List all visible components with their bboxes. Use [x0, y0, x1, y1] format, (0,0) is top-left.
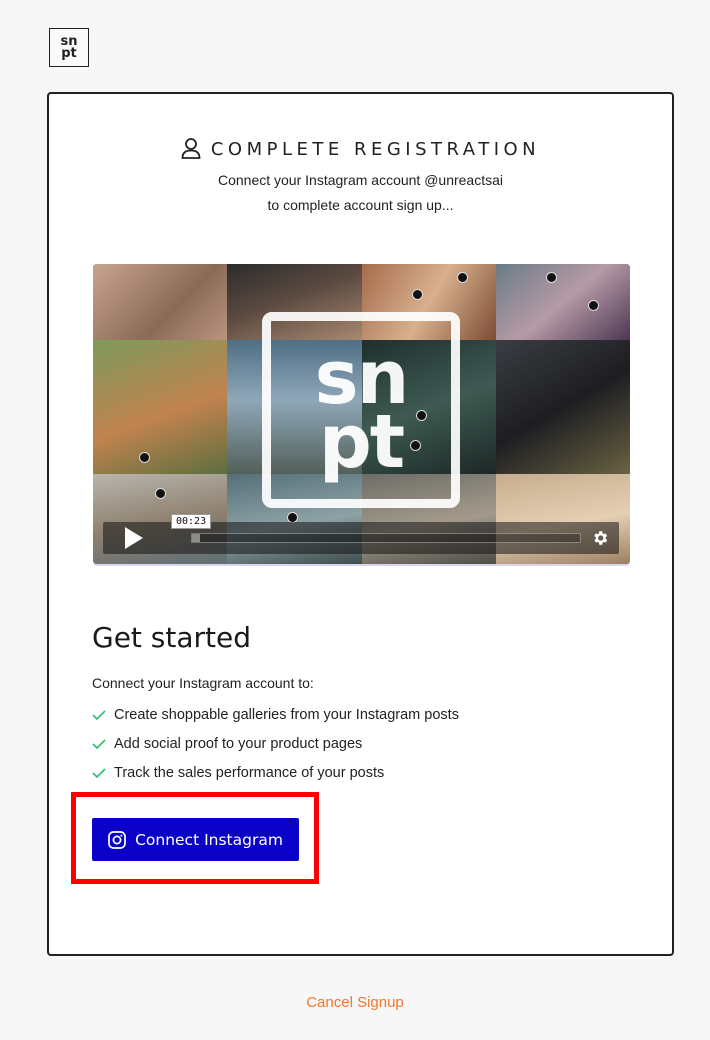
get-started-heading: Get started — [92, 621, 252, 654]
video-tile — [93, 264, 228, 340]
connect-instagram-button[interactable]: Connect Instagram — [92, 818, 299, 861]
get-started-intro: Connect your Instagram account to: — [92, 675, 314, 691]
benefit-text: Add social proof to your product pages — [114, 735, 363, 752]
video-tile — [495, 340, 630, 474]
benefit-text: Track the sales performance of your post… — [114, 764, 385, 781]
connect-instagram-label: Connect Instagram — [135, 830, 283, 849]
registration-subtitle: Connect your Instagram account @unreacts… — [49, 168, 672, 218]
product-tag-dot — [155, 488, 166, 499]
instagram-icon — [108, 830, 126, 849]
subtitle-line-1: Connect your Instagram account @unreacts… — [217, 172, 504, 188]
subtitle-line-2: to complete account sign up... — [267, 197, 454, 213]
video-tile — [93, 340, 228, 474]
video-progress-fill — [192, 534, 200, 542]
list-item: Create shoppable galleries from your Ins… — [92, 700, 459, 729]
check-icon — [92, 738, 106, 749]
product-tag-dot — [456, 272, 468, 283]
snpt-watermark-logo: sn pt — [262, 312, 460, 508]
gear-icon[interactable] — [591, 529, 609, 547]
product-tag-dot — [587, 300, 599, 311]
video-controls-bar: 00:23 — [103, 514, 619, 554]
benefit-text: Create shoppable galleries from your Ins… — [114, 706, 459, 723]
registration-header: COMPLETE REGISTRATION — [49, 138, 672, 160]
video-progress-bar[interactable] — [191, 533, 581, 543]
list-item: Track the sales performance of your post… — [92, 758, 459, 787]
intro-video-player[interactable]: sn pt 00:23 — [93, 264, 630, 564]
logo-text-bottom: pt — [61, 45, 77, 61]
product-tag-dot — [139, 452, 150, 463]
check-icon — [92, 709, 106, 720]
watermark-text-bottom: pt — [318, 399, 405, 485]
play-icon[interactable] — [125, 527, 143, 549]
benefits-list: Create shoppable galleries from your Ins… — [92, 700, 459, 787]
product-tag-dot — [411, 289, 423, 300]
snpt-logo[interactable]: sn pt — [49, 28, 89, 67]
video-timestamp: 00:23 — [171, 514, 212, 529]
page-title: COMPLETE REGISTRATION — [210, 138, 541, 160]
product-tag-dot — [545, 272, 557, 283]
check-icon — [92, 767, 106, 778]
video-tile — [495, 264, 630, 340]
registration-card: COMPLETE REGISTRATION Connect your Insta… — [47, 92, 674, 956]
list-item: Add social proof to your product pages — [92, 729, 459, 758]
cancel-signup-link[interactable]: Cancel Signup — [0, 994, 710, 1011]
user-icon — [181, 138, 201, 159]
